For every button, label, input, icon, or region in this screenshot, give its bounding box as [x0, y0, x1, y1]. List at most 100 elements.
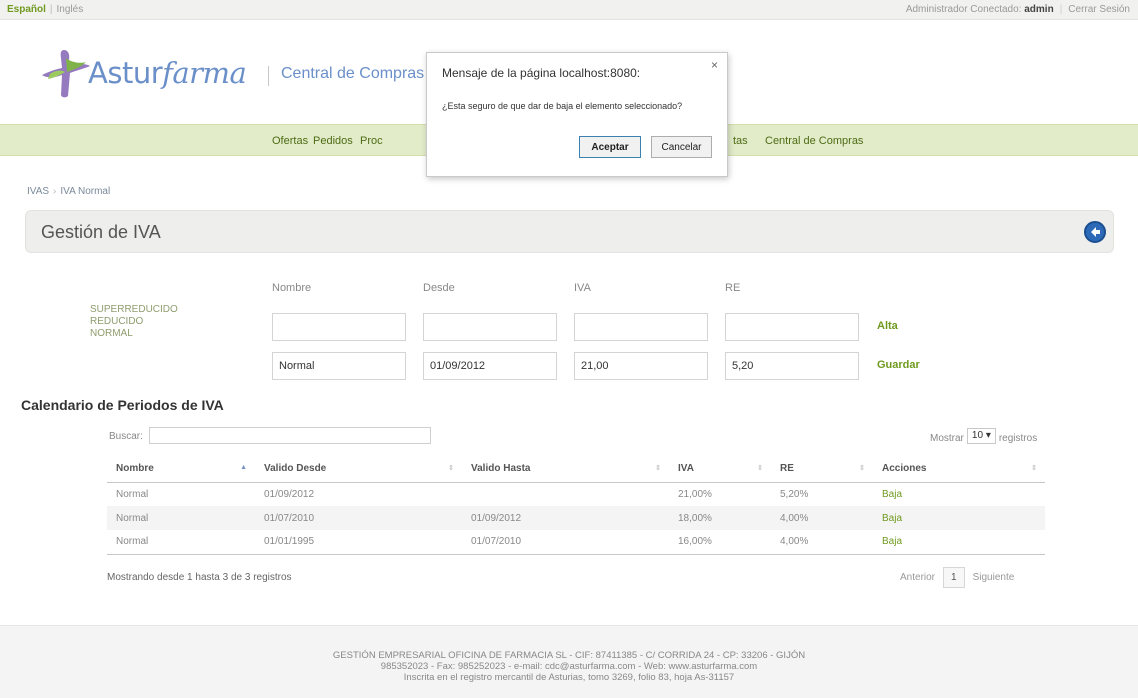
cell-nombre: Normal [107, 530, 255, 555]
breadcrumb-separator: › [53, 186, 57, 197]
breadcrumb-item-current: IVA Normal [60, 186, 111, 197]
column-header-re[interactable]: RE ⇕ [771, 455, 873, 483]
new-re-input[interactable] [725, 313, 859, 341]
cell-valido-desde: 01/01/1995 [255, 530, 462, 555]
back-button[interactable] [1084, 221, 1106, 243]
nav-item-pedidos[interactable]: Pedidos [313, 135, 353, 147]
new-desde-input[interactable] [423, 313, 557, 341]
table-row: Normal 01/07/2010 01/09/2012 18,00% 4,00… [107, 506, 1045, 530]
user-info: Administrador Conectado: admin | Cerrar Se… [906, 4, 1130, 15]
footer-line-registry: Inscrita en el registro mercantil de Ast… [403, 672, 735, 683]
iva-type-item: NORMAL [90, 328, 133, 339]
brand-subtitle: Central de Compras [281, 65, 425, 82]
table-header-row: Nombre ▲ Valido Desde ⇕ Valido Hasta ⇕ IVA ⇕… [107, 455, 1045, 483]
form-header-iva: IVA [574, 282, 591, 294]
sort-both-icon: ⇕ [655, 465, 661, 472]
page-length-select[interactable]: 10 ▾ [966, 428, 996, 444]
iva-periods-table: Nombre ▲ Valido Desde ⇕ Valido Hasta ⇕ IVA ⇕… [107, 455, 1045, 555]
cell-valido-hasta: 01/07/2010 [462, 530, 669, 555]
table-info: Mostrando desde 1 hasta 3 de 3 registros [107, 572, 292, 583]
lang-spanish-link[interactable]: Español [7, 4, 46, 15]
breadcrumb-item-ivas[interactable]: IVAS [27, 186, 49, 197]
cell-nombre: Normal [107, 482, 255, 506]
page-number-button[interactable]: 1 [943, 567, 965, 588]
nav-item-tas[interactable]: tas [733, 135, 748, 147]
edit-desde-input[interactable] [423, 352, 557, 380]
dialog-message: ¿Esta seguro de que dar de baja el eleme… [442, 101, 683, 111]
calendar-title: Calendario de Periodos de IVA [21, 397, 224, 413]
cell-re: 5,20% [771, 482, 873, 506]
baja-link[interactable]: Baja [873, 530, 1045, 555]
iva-type-list: SUPERREDUCIDO REDUCIDO NORMAL [90, 304, 178, 340]
iva-type-item: SUPERREDUCIDO [90, 304, 178, 315]
pagination: Anterior 1 Siguiente [900, 567, 1014, 588]
lang-english-link[interactable]: Inglés [57, 4, 84, 15]
brand-name-a: Astur [88, 56, 163, 90]
search-input[interactable] [149, 427, 431, 444]
next-page-button[interactable]: Siguiente [973, 572, 1015, 583]
cell-nombre: Normal [107, 506, 255, 530]
footer-line-contact: 985352023 - Fax: 985252023 - e-mail: cdc… [380, 661, 758, 672]
cell-iva: 18,00% [669, 506, 771, 530]
sort-asc-icon: ▲ [240, 464, 247, 471]
close-icon[interactable]: × [711, 58, 718, 72]
column-header-label: Nombre [116, 462, 154, 474]
nav-item-ofertas[interactable]: Ofertas [272, 135, 308, 147]
user-separator: | [1059, 4, 1063, 15]
logo-divider [268, 66, 269, 86]
user-name: admin [1024, 4, 1054, 15]
new-nombre-input[interactable] [272, 313, 406, 341]
brand-name: Asturfarma [88, 56, 247, 90]
column-header-valido-hasta[interactable]: Valido Hasta ⇕ [462, 455, 669, 483]
chevron-down-icon: ▾ [985, 430, 991, 441]
cancel-button[interactable]: Cancelar [651, 136, 712, 158]
search-label: Buscar: [109, 431, 143, 442]
column-header-valido-desde[interactable]: Valido Desde ⇕ [255, 455, 462, 483]
brand-name-b: farma [162, 56, 247, 90]
prev-page-button[interactable]: Anterior [900, 572, 935, 583]
nav-item-productos[interactable]: Proc [360, 135, 383, 147]
sort-both-icon: ⇕ [757, 465, 763, 472]
cell-iva: 21,00% [669, 482, 771, 506]
page-length-value: 10 [971, 430, 984, 441]
alta-link[interactable]: Alta [877, 320, 898, 332]
records-label: registros [998, 433, 1038, 444]
guardar-link[interactable]: Guardar [877, 359, 920, 371]
form-header-desde: Desde [423, 282, 455, 294]
accept-button[interactable]: Aceptar [579, 136, 641, 158]
cell-re: 4,00% [771, 506, 873, 530]
breadcrumb: IVAS › IVA Normal [27, 186, 110, 197]
table-row: Normal 01/01/1995 01/07/2010 16,00% 4,00… [107, 530, 1045, 555]
nav-item-central-compras[interactable]: Central de Compras [765, 135, 863, 147]
baja-link[interactable]: Baja [873, 506, 1045, 530]
cell-re: 4,00% [771, 530, 873, 555]
column-header-iva[interactable]: IVA ⇕ [669, 455, 771, 483]
edit-nombre-input[interactable] [272, 352, 406, 380]
arrow-left-circle-icon [1091, 227, 1100, 237]
cell-valido-desde: 01/09/2012 [255, 482, 462, 506]
edit-re-input[interactable] [725, 352, 859, 380]
sort-both-icon: ⇕ [448, 465, 454, 472]
column-header-label: RE [780, 462, 794, 474]
new-iva-input[interactable] [574, 313, 708, 341]
footer: GESTIÓN EMPRESARIAL OFICINA DE FARMACIA … [0, 625, 1138, 698]
confirm-dialog: Mensaje de la página localhost:8080: × ¿… [426, 52, 728, 177]
sort-both-icon: ⇕ [859, 465, 865, 472]
show-label: Mostrar [930, 433, 964, 444]
page-title-panel: Gestión de IVA [25, 210, 1114, 253]
column-header-label: Acciones [882, 462, 927, 474]
top-bar: Español | Inglés Administrador Conectado: … [0, 0, 1138, 20]
column-header-nombre[interactable]: Nombre ▲ [107, 455, 255, 483]
form-header-nombre: Nombre [272, 282, 312, 294]
edit-iva-input[interactable] [574, 352, 708, 380]
column-header-acciones[interactable]: Acciones ⇕ [873, 455, 1045, 483]
column-header-label: IVA [678, 462, 694, 474]
sort-both-icon: ⇕ [1031, 465, 1037, 472]
logout-link[interactable]: Cerrar Sesión [1068, 4, 1130, 15]
page-length-control: Mostrar 10 ▾ registros [930, 428, 1038, 447]
column-header-label: Valido Desde [264, 462, 327, 474]
lang-separator: | [49, 4, 53, 15]
cell-valido-hasta [462, 482, 669, 506]
baja-link[interactable]: Baja [873, 482, 1045, 506]
column-header-label: Valido Hasta [471, 462, 531, 474]
